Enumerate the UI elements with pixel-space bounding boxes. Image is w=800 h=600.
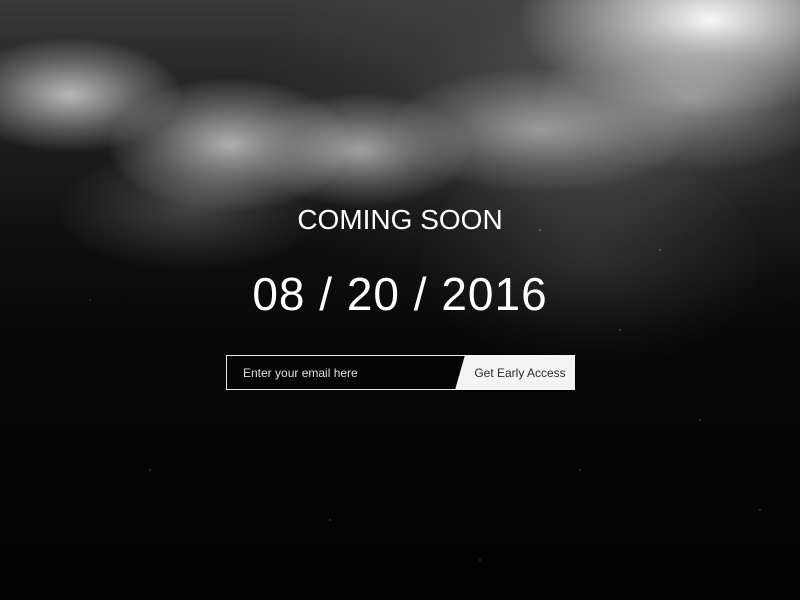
email-field[interactable]	[226, 355, 474, 390]
launch-date: 08 / 20 / 2016	[252, 268, 548, 320]
get-early-access-button[interactable]: Get Early Access	[455, 355, 575, 390]
hero-content: COMING SOON 08 / 20 / 2016 Get Early Acc…	[0, 0, 800, 600]
coming-soon-page: COMING SOON 08 / 20 / 2016 Get Early Acc…	[0, 0, 800, 600]
early-access-form: Get Early Access	[226, 355, 575, 390]
page-title: COMING SOON	[297, 204, 503, 235]
